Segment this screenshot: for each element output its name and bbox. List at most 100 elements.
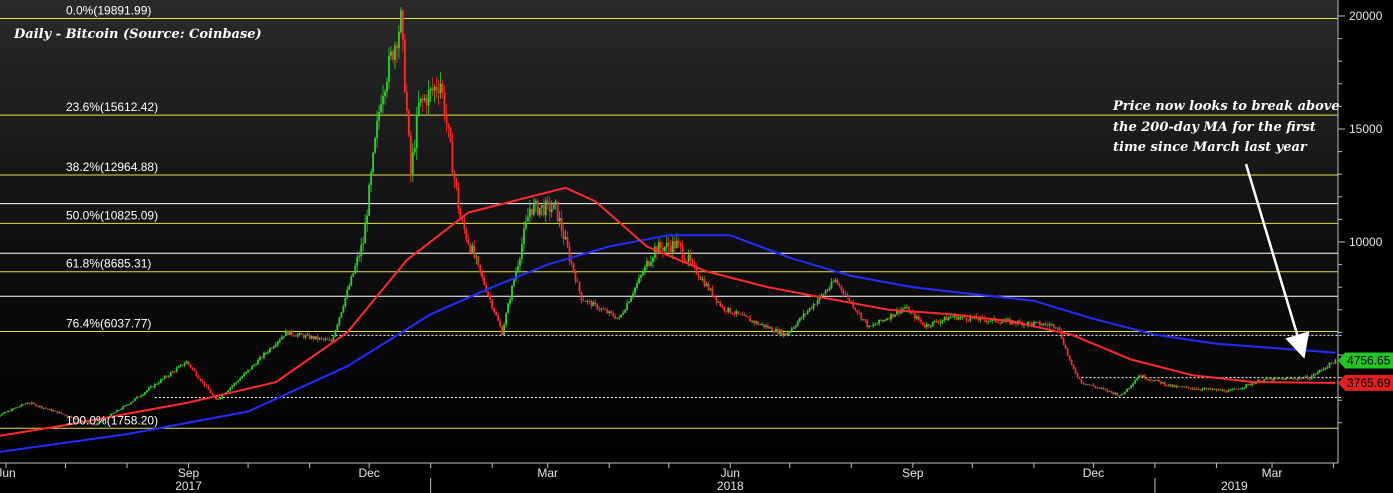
price-candle-body <box>733 313 736 315</box>
price-candle-body <box>417 102 420 115</box>
price-candle-body <box>765 325 767 328</box>
price-candle-body <box>1300 377 1303 379</box>
chart-title: Daily - Bitcoin (Source: Coinbase) <box>13 27 262 42</box>
price-candle-body <box>469 244 472 253</box>
price-candle-body <box>435 86 438 91</box>
price-candle-body <box>1217 389 1220 391</box>
price-candle-body <box>130 402 132 405</box>
price-candle-body <box>300 333 303 335</box>
price-candle-body <box>1314 374 1317 375</box>
price-candle-body <box>249 369 251 371</box>
price-candle-body <box>179 364 182 367</box>
price-candle-body <box>1227 390 1230 393</box>
price-candle-body <box>1239 388 1242 390</box>
price-candle-body <box>346 289 349 298</box>
price-candle-body <box>155 383 158 385</box>
price-candle-body <box>648 261 650 266</box>
price-candle-body <box>9 410 11 412</box>
price-candle-body <box>118 410 121 411</box>
price-candle-body <box>1161 382 1164 384</box>
price-candle-body <box>606 309 609 314</box>
price-candle-body <box>538 207 541 215</box>
price-candle-body <box>1062 338 1065 346</box>
price-candle-body <box>745 315 748 317</box>
price-candle-body <box>1283 378 1285 380</box>
price-candle-body <box>60 412 63 414</box>
price-candle-body <box>550 209 553 212</box>
price-candle-body <box>1205 388 1208 390</box>
price-candle-body <box>677 240 680 243</box>
price-candle-body <box>854 307 857 311</box>
price-candle-body <box>1225 391 1228 393</box>
price-candle-body <box>1066 348 1069 356</box>
price-candle-body <box>644 266 646 273</box>
price-candle-body <box>1288 377 1291 379</box>
price-candle-body <box>1243 387 1246 389</box>
fib-level-label: 38.2%(12964.88) <box>66 160 158 174</box>
price-candle-body <box>445 116 448 124</box>
price-candle-body <box>798 317 801 322</box>
price-candle-body <box>245 371 248 374</box>
price-candle-body <box>437 90 440 94</box>
price-candle-body <box>703 279 706 286</box>
price-candle-body <box>257 359 259 365</box>
price-candle-body <box>588 300 591 302</box>
price-candle-body <box>467 239 470 245</box>
price-candle-body <box>358 256 361 258</box>
price-candle-body <box>401 10 404 40</box>
price-candle-body <box>905 306 908 308</box>
price-candle-body <box>455 178 458 188</box>
y-tick-label: 10000 <box>1349 235 1383 249</box>
price-candle-body <box>1070 359 1073 365</box>
price-candle-body <box>731 312 734 314</box>
price-candle-body <box>316 336 319 340</box>
price-candle-body <box>362 243 365 245</box>
price-candle-body <box>1284 377 1287 380</box>
price-candle-body <box>804 313 807 315</box>
price-candle-body <box>782 333 785 336</box>
price-candle-body <box>1032 322 1035 326</box>
price-candle-body <box>203 381 206 386</box>
price-candle-body <box>1078 377 1081 379</box>
price-candle-body <box>1173 385 1176 388</box>
price-candle-body <box>1090 384 1093 386</box>
plot-background <box>0 0 1338 463</box>
price-candle-body <box>15 407 17 409</box>
price-candle-body <box>727 307 730 312</box>
price-candle-body <box>987 321 990 322</box>
price-candle-body <box>1144 375 1146 379</box>
price-candle-body <box>1223 389 1226 392</box>
price-candle-body <box>441 83 444 93</box>
price-candle-body <box>3 412 5 414</box>
price-candle-body <box>832 281 835 283</box>
price-candle-body <box>937 322 940 324</box>
price-candle-body <box>52 410 55 412</box>
price-candle-body <box>44 407 47 409</box>
price-candle-body <box>284 330 287 337</box>
price-candle-body <box>632 293 634 298</box>
ma-tag-text: 3765.69 <box>1347 376 1391 390</box>
price-candle-body <box>1273 377 1275 381</box>
price-candle-body <box>342 306 345 313</box>
price-candle-body <box>612 313 615 317</box>
price-candle-body <box>1279 378 1281 379</box>
price-candle-body <box>1044 323 1047 325</box>
price-candle-body <box>421 98 424 101</box>
price-candle-body <box>1251 383 1254 386</box>
price-candle-body <box>1128 387 1131 389</box>
price-candle-body <box>253 364 255 366</box>
price-candle-body <box>917 316 920 321</box>
price-candle-body <box>241 376 244 379</box>
price-candle-body <box>1056 327 1059 329</box>
price-candle-body <box>493 308 496 313</box>
price-candle-body <box>142 394 144 396</box>
price-candle-body <box>967 320 970 321</box>
price-candle-body <box>1146 378 1148 380</box>
price-candle-body <box>366 215 369 223</box>
fib-level-label: 100.0%(1758.20) <box>66 413 158 427</box>
price-candle-body <box>1165 385 1168 387</box>
price-candle-body <box>1054 327 1057 329</box>
price-candle-body <box>786 333 789 336</box>
price-candle-body <box>747 316 750 318</box>
price-candle-body <box>384 91 386 97</box>
